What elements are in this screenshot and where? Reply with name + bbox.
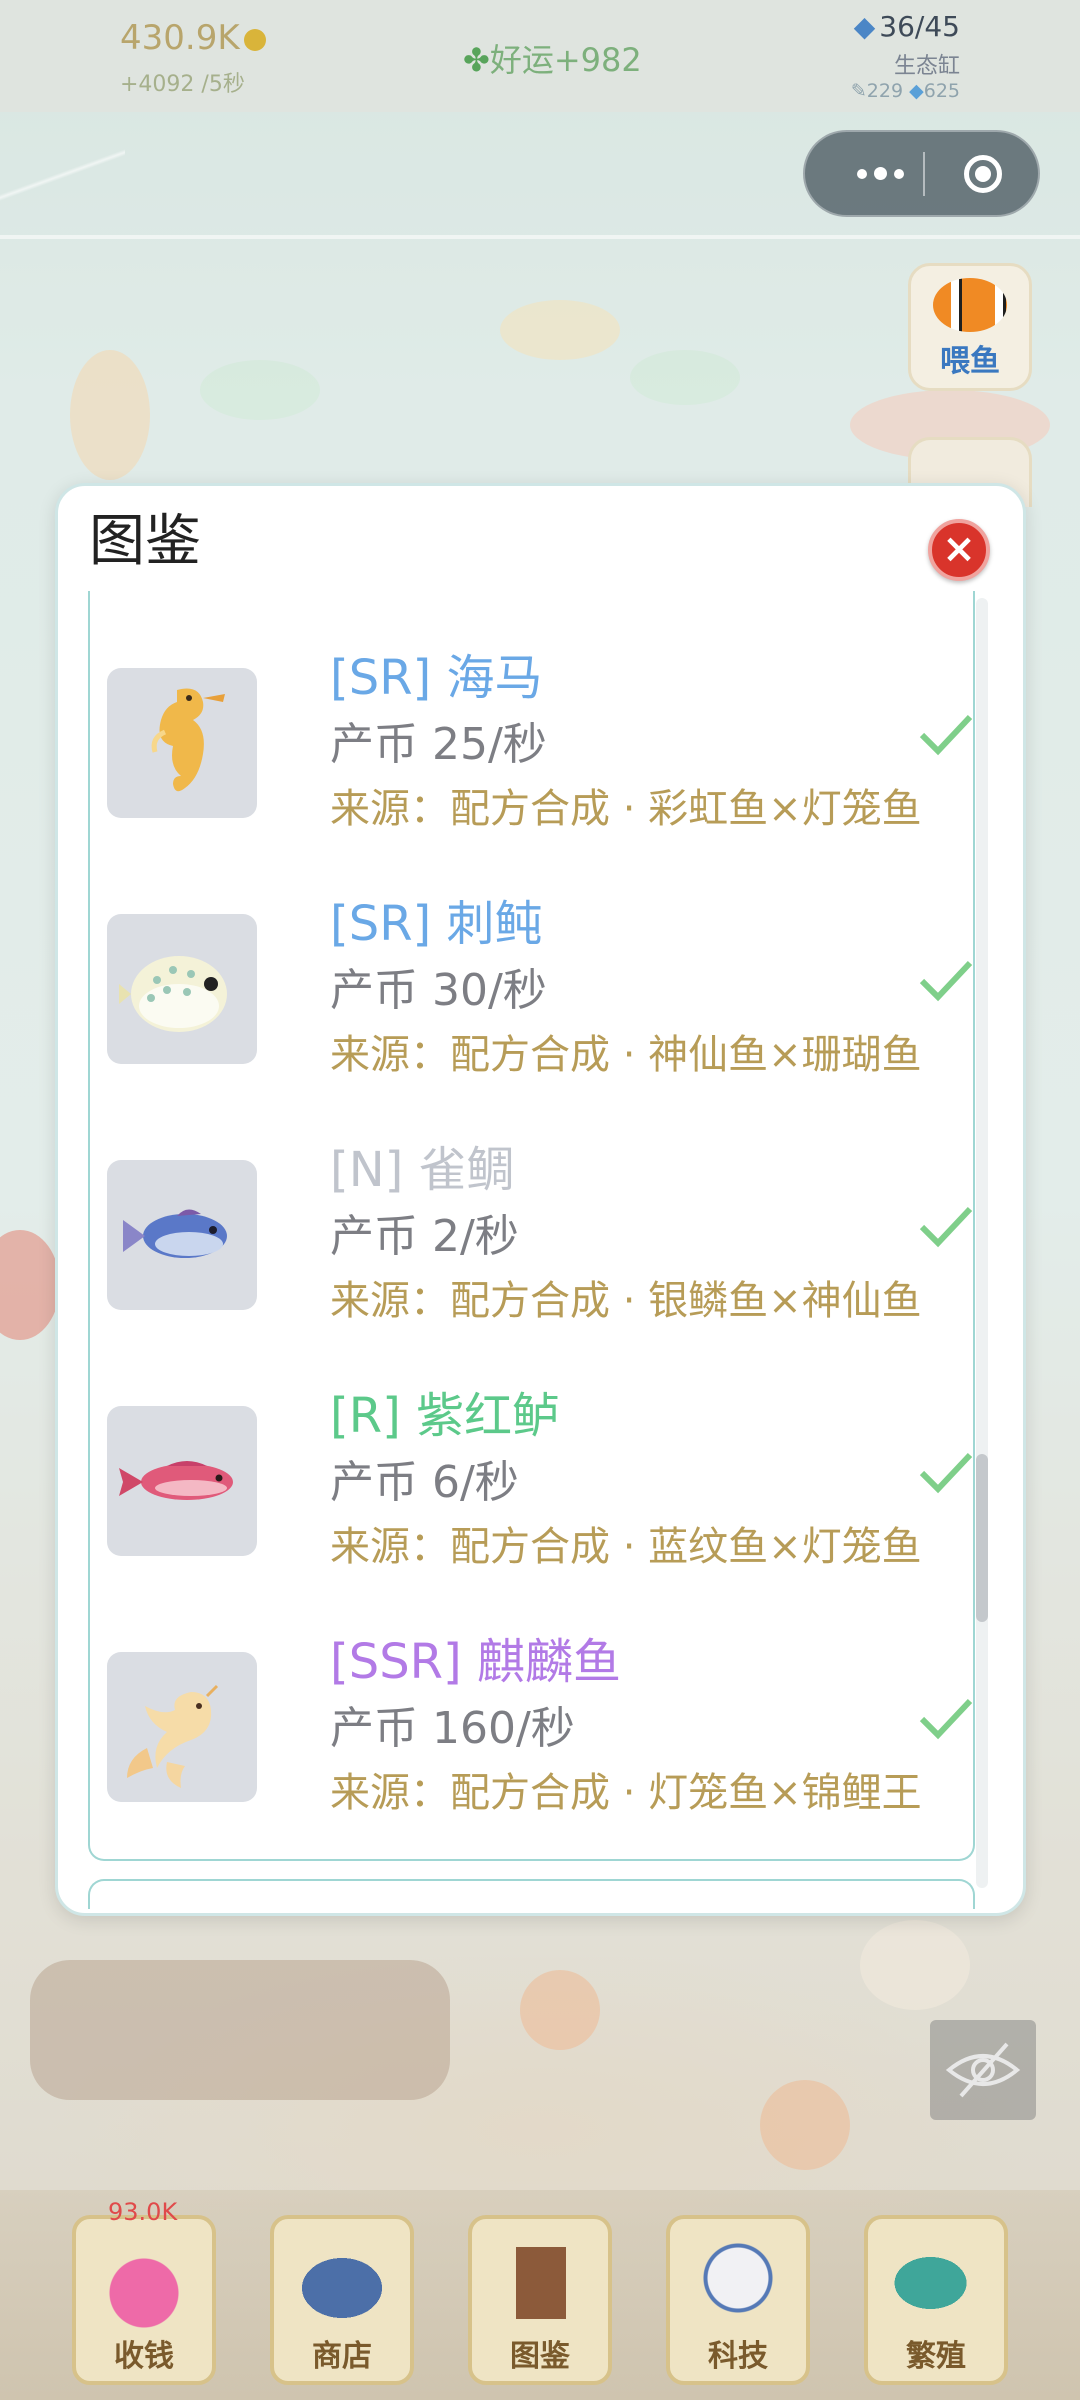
nav-label: 商店 [312, 2339, 372, 2374]
qilin-fish-icon [107, 1652, 257, 1802]
next-section-panel [88, 1879, 975, 1909]
miniprogram-capsule [803, 130, 1040, 217]
fish-rate: 产币 6/秒 [330, 1457, 519, 1508]
resource-stats: ✎229 ◆625 [850, 80, 960, 102]
clownfish-icon [933, 278, 1007, 332]
feed-button[interactable]: 喂鱼 [908, 263, 1032, 391]
nav-label: 收钱 [114, 2339, 174, 2374]
piggy-bank-icon [90, 2233, 198, 2333]
fish-name: [SR] 刺鲀 [330, 896, 543, 952]
fish-capacity: ◆ 36/45 [853, 10, 960, 43]
list-item[interactable]: [SR] 海马 产币 25/秒 来源：配方合成 · 彩虹鱼×灯笼鱼 [90, 650, 973, 898]
owned-check-icon [919, 1452, 973, 1494]
nav-shop[interactable]: 商店 [270, 2215, 414, 2385]
more-dots-icon [856, 168, 867, 179]
nav-collection[interactable]: 图鉴 [468, 2215, 612, 2385]
feed-label: 喂鱼 [940, 344, 1000, 379]
scrollbar-track[interactable] [976, 598, 988, 1888]
fish-name: [SR] 海马 [330, 650, 543, 706]
list-item[interactable]: [SSR] 麒麟鱼 产币 160/秒 来源：配方合成 · 灯笼鱼×锦鲤王 [90, 1634, 973, 1859]
nav-collect[interactable]: 收钱 [72, 2215, 216, 2385]
modal-title: 图鉴 [89, 509, 201, 574]
fish-rate: 产币 30/秒 [330, 965, 547, 1016]
top-bar: 430.9K +4092 /5秒 ✤好运+982 ◆ 36/45 生态缸 ✎229… [0, 0, 1080, 112]
fish-icon: ◆ [853, 10, 876, 43]
damselfish-icon [107, 1160, 257, 1310]
coin-balance: 430.9K [120, 18, 266, 58]
eye-slash-icon [945, 2042, 1021, 2098]
scrollbar-thumb[interactable] [976, 1454, 988, 1622]
owned-check-icon [919, 714, 973, 756]
fish-pair-icon [882, 2233, 990, 2333]
collection-modal: 图鉴 × [SR] 海马 产币 25/秒 来源：配方合成 · 彩虹鱼×灯笼鱼 [… [55, 483, 1026, 1916]
tank-name: 生态缸 [893, 54, 960, 79]
list-item[interactable]: [SR] 刺鲀 产币 30/秒 来源：配方合成 · 神仙鱼×珊瑚鱼 [90, 896, 973, 1144]
list-item[interactable]: [N] 雀鲷 产币 2/秒 来源：配方合成 · 银鳞鱼×神仙鱼 [90, 1142, 973, 1390]
gem-icon: ◆ [909, 80, 924, 102]
owned-check-icon [919, 1698, 973, 1740]
fish-rate: 产币 25/秒 [330, 719, 547, 770]
luck-indicator: ✤好运+982 [463, 41, 642, 79]
coin-icon [243, 28, 266, 51]
fish-name: [SSR] 麒麟鱼 [330, 1634, 622, 1690]
coin-rate: +4092 /5秒 [120, 72, 245, 97]
pufferfish-icon [107, 914, 257, 1064]
nav-label: 图鉴 [510, 2339, 570, 2374]
fish-rate: 产币 2/秒 [330, 1211, 519, 1262]
astronaut-icon [684, 2233, 792, 2333]
nav-label: 科技 [708, 2339, 768, 2374]
fish-source: 来源：配方合成 · 蓝纹鱼×灯笼鱼 [330, 1524, 922, 1570]
nav-tech[interactable]: 科技 [666, 2215, 810, 2385]
seahorse-icon [107, 668, 257, 818]
toggle-ui-button[interactable] [930, 2020, 1036, 2120]
fish-source: 来源：配方合成 · 神仙鱼×珊瑚鱼 [330, 1032, 922, 1078]
fish-name: [N] 雀鲷 [330, 1142, 515, 1198]
list-item[interactable]: [R] 紫红鲈 产币 6/秒 来源：配方合成 · 蓝纹鱼×灯笼鱼 [90, 1388, 973, 1636]
fish-source: 来源：配方合成 · 彩虹鱼×灯笼鱼 [330, 786, 922, 832]
fish-name: [R] 紫红鲈 [330, 1388, 561, 1444]
nav-label: 繁殖 [906, 2339, 966, 2374]
close-button[interactable]: × [928, 519, 990, 581]
fish-source: 来源：配方合成 · 灯笼鱼×锦鲤王 [330, 1770, 922, 1816]
more-options-button[interactable] [837, 132, 923, 215]
fish-source: 来源：配方合成 · 银鳞鱼×神仙鱼 [330, 1278, 922, 1324]
close-miniprogram-button[interactable] [938, 132, 1028, 215]
fish-rate: 产币 160/秒 [330, 1703, 575, 1754]
nav-breed[interactable]: 繁殖 [864, 2215, 1008, 2385]
capsule-divider [923, 152, 925, 196]
leaf-icon: ✎ [850, 80, 867, 102]
perch-icon [107, 1406, 257, 1556]
target-icon [964, 154, 1002, 193]
fish-list[interactable]: [SR] 海马 产币 25/秒 来源：配方合成 · 彩虹鱼×灯笼鱼 [SR] 刺… [88, 591, 975, 1861]
collect-amount: 93.0K [108, 2198, 178, 2226]
clover-icon: ✤ [463, 41, 490, 79]
book-icon [486, 2233, 594, 2333]
angelfish-icon [288, 2233, 396, 2333]
owned-check-icon [919, 1206, 973, 1248]
owned-check-icon [919, 960, 973, 1002]
